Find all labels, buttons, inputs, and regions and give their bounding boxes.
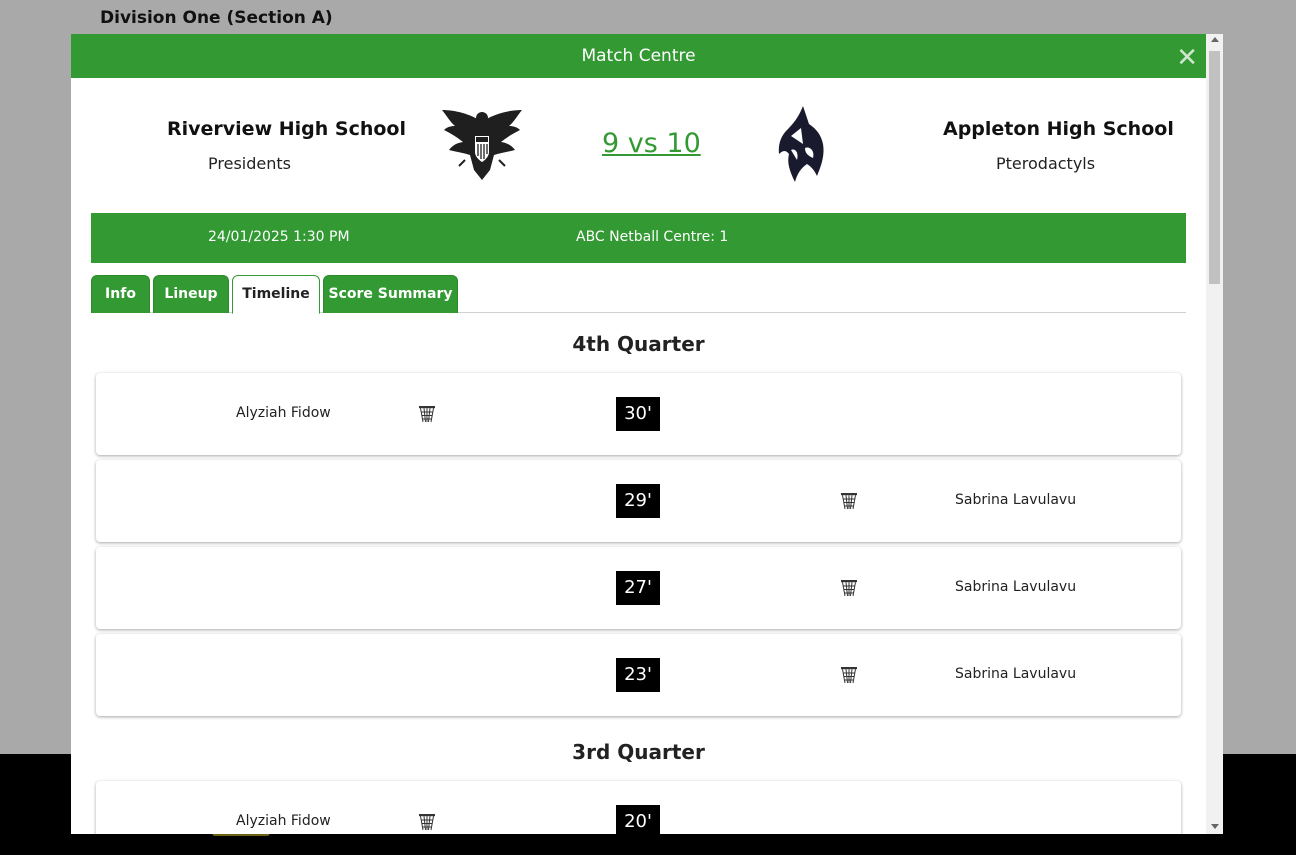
netball-hoop-icon — [419, 406, 435, 423]
event-minute-badge: 27' — [616, 571, 660, 605]
match-header: Riverview High School Presidents 9 vs 10… — [91, 78, 1186, 213]
modal-scrollbar[interactable] — [1206, 34, 1223, 834]
match-venue: ABC Netball Centre: 1 — [576, 229, 729, 245]
tab-info[interactable]: Info — [91, 275, 150, 313]
scroll-up-arrow-icon[interactable] — [1211, 37, 1219, 42]
modal-header: Match Centre ✕ — [71, 34, 1206, 78]
home-player-name: Alyziah Fidow — [236, 813, 331, 829]
netball-hoop-icon — [419, 814, 435, 831]
away-player-name: Sabrina Lavulavu — [955, 579, 1077, 595]
timeline-event: Alyziah Fidow 20' — [96, 781, 1181, 834]
quarter-title: 4th Quarter — [572, 332, 705, 356]
eagle-icon — [442, 110, 522, 180]
event-minute-badge: 29' — [616, 484, 660, 518]
away-player-name: Sabrina Lavulavu — [955, 492, 1077, 508]
scroll-thumb[interactable] — [1209, 51, 1220, 284]
netball-hoop-icon — [841, 580, 857, 597]
timeline-event: 27' Sabrina Lavulavu — [96, 547, 1181, 629]
netball-hoop-icon — [841, 493, 857, 510]
match-score-link[interactable]: 9 vs 10 — [602, 128, 701, 159]
timeline-panel: 4th Quarter Alyziah Fidow 30' 29' Sabrin… — [91, 313, 1186, 834]
away-player-name: Sabrina Lavulavu — [955, 666, 1077, 682]
away-team-nickname: Pterodactyls — [996, 154, 1096, 173]
home-team-nickname: Presidents — [208, 154, 291, 173]
tab-score-summary[interactable]: Score Summary — [323, 275, 458, 313]
modal-content: Riverview High School Presidents 9 vs 10… — [91, 78, 1186, 834]
tab-lineup[interactable]: Lineup — [153, 275, 229, 313]
close-icon[interactable]: ✕ — [1176, 34, 1198, 82]
page-heading: Division One (Section A) — [100, 8, 333, 28]
home-player-name: Alyziah Fidow — [236, 405, 331, 421]
tab-timeline[interactable]: Timeline — [232, 275, 320, 314]
dragon-icon — [778, 106, 824, 182]
match-tabs: Info Lineup Timeline Score Summary — [91, 263, 1186, 314]
match-datetime: 24/01/2025 1:30 PM — [208, 229, 350, 245]
scroll-down-arrow-icon[interactable] — [1211, 824, 1219, 829]
away-team-name: Appleton High School — [943, 118, 1174, 140]
match-centre-modal: Match Centre ✕ Riverview High School Pre… — [71, 34, 1223, 834]
netball-hoop-icon — [841, 667, 857, 684]
timeline-event: 23' Sabrina Lavulavu — [96, 634, 1181, 716]
event-minute-badge: 23' — [616, 658, 660, 692]
timeline-event: 29' Sabrina Lavulavu — [96, 460, 1181, 542]
timeline-event: Alyziah Fidow 30' — [96, 373, 1181, 455]
match-info-bar: 24/01/2025 1:30 PM ABC Netball Centre: 1 — [91, 213, 1186, 263]
home-team-name: Riverview High School — [167, 118, 406, 140]
event-minute-badge: 20' — [616, 805, 660, 834]
event-minute-badge: 30' — [616, 397, 660, 431]
quarter-title: 3rd Quarter — [572, 740, 705, 764]
modal-title: Match Centre — [581, 46, 696, 66]
